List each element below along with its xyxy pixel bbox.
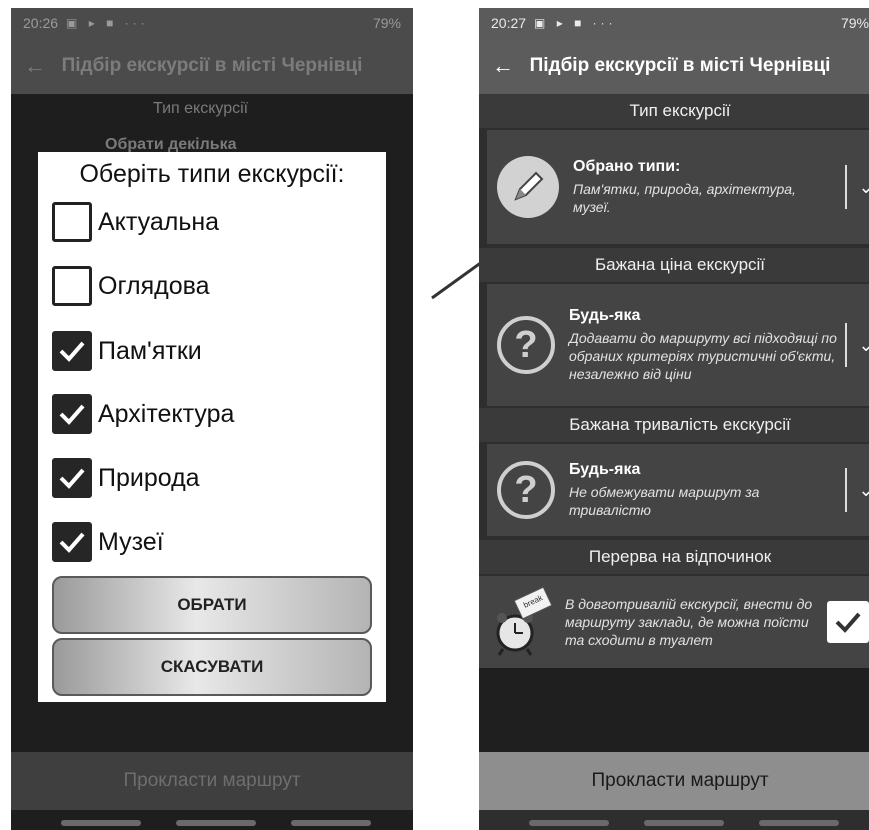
nav-home[interactable] [176, 820, 256, 826]
break-checkbox[interactable] [827, 601, 869, 643]
option-ohliadova[interactable]: Оглядова [52, 264, 210, 308]
break-description: В довготривалій екскурсії, внести до мар… [565, 596, 813, 648]
checkbox[interactable] [52, 266, 92, 306]
section-header-break: Перерва на відпочинок [479, 540, 869, 574]
alarm-clock-icon: break [493, 586, 555, 657]
card-description: Не обмежувати маршрут за тривалістю [569, 484, 760, 518]
back-arrow-icon[interactable]: ← [11, 53, 59, 79]
checkmark-icon [59, 341, 85, 362]
divider [845, 468, 847, 512]
nav-recent[interactable] [61, 820, 141, 826]
pencil-icon [497, 156, 559, 218]
right-screen: 20:27 ▣ ▸ ■ ··· 79% ← Підбір екскурсії в… [479, 8, 869, 830]
empty-area [479, 668, 869, 762]
divider [845, 165, 847, 209]
chevron-down-icon[interactable]: ⌄ [855, 177, 869, 198]
card-description: Пам'ятки, природа, архітектура, музеї. [573, 181, 796, 215]
option-pryroda[interactable]: Природа [52, 456, 200, 500]
battery-level: 79% [372, 15, 401, 31]
checkmark-icon [835, 612, 861, 633]
back-arrow-icon[interactable]: ← [479, 53, 527, 79]
battery-level: 79% [840, 15, 869, 31]
page-title: Підбір екскурсії в місті Чернівці [529, 55, 831, 76]
option-label: Музеї [98, 527, 164, 556]
option-muzei[interactable]: Музеї [52, 520, 164, 564]
card-title: Будь-яка [569, 461, 641, 478]
checkbox-checked[interactable] [52, 394, 92, 434]
option-label: Актуальна [98, 207, 220, 236]
notification-icons: ▣ ▸ ■ ··· [66, 16, 149, 30]
notification-icons: ▣ ▸ ■ ··· [534, 16, 617, 30]
tour-type-card[interactable]: Обрано типи: Пам'ятки, природа, архітект… [487, 130, 869, 244]
build-route-button[interactable]: Прокласти маршрут [11, 752, 413, 810]
break-card[interactable]: break В довготривалій екскурсії, внести … [479, 576, 869, 668]
option-aktualna[interactable]: Актуальна [52, 200, 219, 244]
nav-back[interactable] [291, 820, 371, 826]
checkbox-checked[interactable] [52, 458, 92, 498]
card-description: Додавати до маршруту всі підходящі по об… [569, 330, 837, 382]
question-icon: ? [497, 316, 555, 374]
status-bar: 20:26 ▣ ▸ ■ ··· 79% [11, 8, 413, 38]
status-bar: 20:27 ▣ ▸ ■ ··· 79% [479, 8, 869, 38]
card-title: Обрано типи: [573, 158, 681, 175]
option-label: Пам'ятки [98, 336, 202, 365]
question-icon: ? [497, 461, 555, 519]
checkmark-icon [59, 532, 85, 553]
checkbox-checked[interactable] [52, 522, 92, 562]
nav-recent[interactable] [529, 820, 609, 826]
chevron-down-icon[interactable]: ⌄ [855, 335, 869, 356]
section-header: Тип екскурсії [153, 100, 249, 117]
card-title: Будь-яка [569, 307, 641, 324]
dialog-title: Оберіть типи екскурсії: [79, 160, 345, 188]
cancel-button[interactable]: СКАСУВАТИ [52, 638, 372, 696]
checkmark-icon [59, 468, 85, 489]
section-header-duration: Бажана тривалість екскурсії [479, 408, 869, 442]
checkbox-checked[interactable] [52, 331, 92, 371]
nav-back[interactable] [759, 820, 839, 826]
option-label: Оглядова [98, 271, 210, 300]
price-card[interactable]: ? Будь-яка Додавати до маршруту всі підх… [487, 284, 869, 406]
status-time: 20:27 [491, 15, 527, 31]
build-route-button[interactable]: Прокласти маршрут [479, 752, 869, 810]
app-bar: ← Підбір екскурсії в місті Чернівці [11, 38, 413, 94]
type-selection-dialog: Оберіть типи екскурсії: Актуальна Оглядо… [38, 152, 386, 702]
nav-home[interactable] [644, 820, 724, 826]
duration-card[interactable]: ? Будь-яка Не обмежувати маршрут за трив… [487, 444, 869, 536]
checkmark-icon [59, 404, 85, 425]
option-label: Архітектура [98, 399, 235, 428]
option-arkhitektura[interactable]: Архітектура [52, 392, 234, 436]
chevron-down-icon[interactable]: ⌄ [855, 480, 869, 501]
section-header-price: Бажана ціна екскурсії [479, 248, 869, 282]
page-title: Підбір екскурсії в місті Чернівці [61, 55, 363, 76]
checkbox[interactable] [52, 202, 92, 242]
option-label: Природа [98, 463, 200, 492]
divider [845, 323, 847, 367]
confirm-button[interactable]: ОБРАТИ [52, 576, 372, 634]
status-time: 20:26 [23, 15, 59, 31]
section-header-type: Тип екскурсії [479, 94, 869, 128]
option-pamiatky[interactable]: Пам'ятки [52, 329, 202, 373]
app-bar: ← Підбір екскурсії в місті Чернівці [479, 38, 869, 94]
